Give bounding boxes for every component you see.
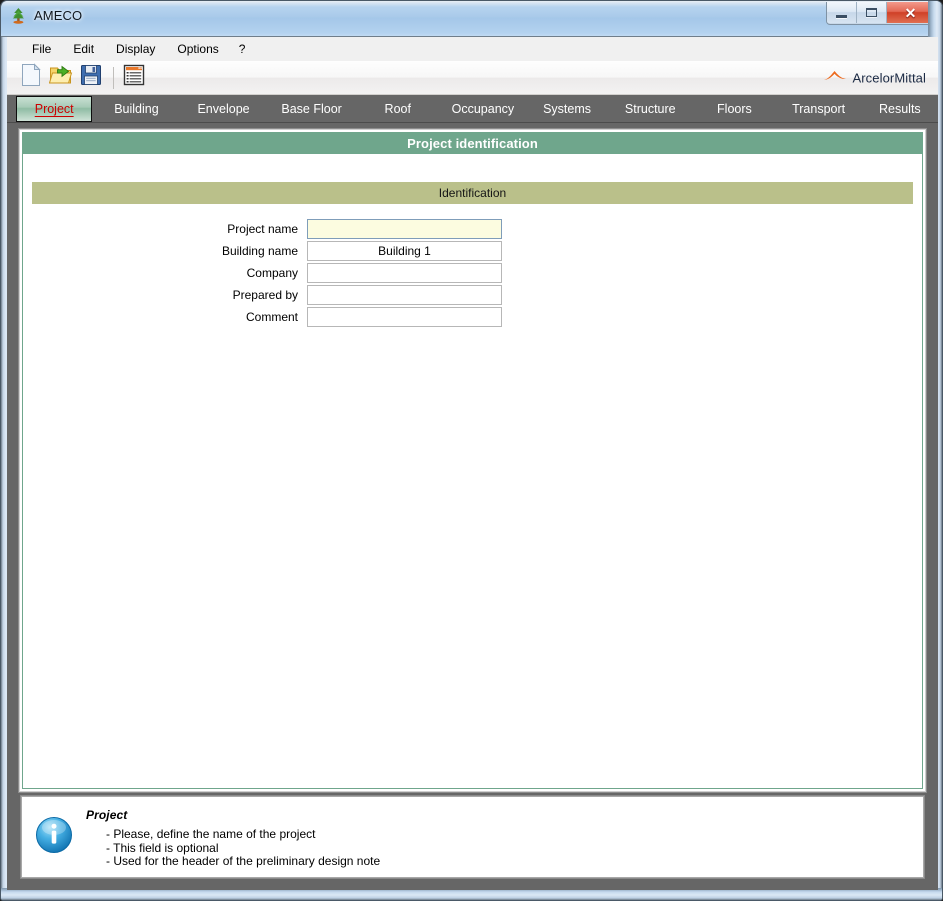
client-area: File Edit Display Options ? ArcelorMitta…: [7, 37, 938, 890]
menu-item-edit[interactable]: Edit: [62, 40, 105, 58]
label-company: Company: [246, 265, 298, 280]
tab-structure[interactable]: Structure: [607, 95, 693, 123]
title-bar: AMECO ✕: [1, 1, 942, 37]
info-panel: Project - Please, define the name of the…: [20, 795, 925, 879]
arcelormittal-logo-icon: [823, 68, 847, 87]
label-comment: Comment: [245, 309, 298, 324]
info-line-3: - Used for the header of the preliminary…: [106, 854, 381, 868]
section-header-identification: Identification: [32, 182, 913, 204]
identification-form: Project name Building name Company: [23, 218, 922, 327]
menu-bar: File Edit Display Options ?: [7, 37, 938, 61]
project-name-input[interactable]: [307, 218, 502, 239]
report-button[interactable]: [120, 64, 148, 92]
form-row-comment: Comment: [32, 306, 922, 327]
tab-results[interactable]: Results: [862, 95, 938, 123]
label-project-name: Project name: [227, 221, 298, 236]
maximize-button[interactable]: [857, 2, 887, 23]
tab-building[interactable]: Building: [92, 95, 180, 123]
open-folder-icon: [48, 64, 73, 91]
application-window: AMECO ✕ File Edit Display Options ? Arce…: [0, 0, 943, 901]
report-icon: [122, 63, 146, 92]
content-panel-inner: Project identification Identification Pr…: [22, 132, 923, 789]
menu-item-file[interactable]: File: [21, 40, 62, 58]
toolbar: ArcelorMittal: [7, 61, 938, 95]
save-floppy-icon: [80, 64, 102, 91]
maximize-icon: [866, 8, 877, 17]
tab-base-floor[interactable]: Base Floor: [267, 95, 357, 123]
window-title: AMECO: [34, 8, 83, 23]
tab-envelope[interactable]: Envelope: [180, 95, 266, 123]
close-icon: ✕: [904, 4, 917, 21]
tab-systems[interactable]: Systems: [527, 95, 607, 123]
info-title: Project: [86, 808, 128, 822]
menu-item-options[interactable]: Options: [166, 40, 229, 58]
body-area: Project identification Identification Pr…: [7, 123, 938, 890]
brand-text: ArcelorMittal: [852, 70, 926, 85]
info-text: Project - Please, define the name of the…: [86, 806, 380, 869]
form-row-company: Company: [32, 262, 922, 283]
new-document-button[interactable]: [17, 63, 45, 92]
label-building-name: Building name: [221, 243, 298, 258]
page-title: Project identification: [23, 133, 922, 154]
tab-transport[interactable]: Transport: [776, 95, 862, 123]
info-circle-icon: [35, 816, 73, 859]
info-icon-wrap: [22, 806, 86, 859]
minimize-icon: [836, 14, 847, 18]
tab-strip: Project Building Envelope Base Floor Roo…: [7, 95, 938, 123]
title-bar-left: AMECO: [10, 7, 82, 24]
menu-item-display[interactable]: Display: [105, 40, 166, 58]
close-button[interactable]: ✕: [887, 2, 934, 23]
tab-roof[interactable]: Roof: [357, 95, 439, 123]
new-document-icon: [20, 63, 42, 92]
form-row-building-name: Building name: [32, 240, 922, 261]
company-input[interactable]: [307, 262, 502, 283]
tab-project[interactable]: Project: [16, 96, 93, 122]
building-name-input[interactable]: [307, 240, 502, 261]
menu-item-help[interactable]: ?: [230, 40, 255, 58]
info-line-1: - Please, define the name of the project: [106, 827, 316, 841]
minimize-button[interactable]: [827, 2, 857, 23]
window-controls: ✕: [826, 2, 935, 25]
content-panel: Project identification Identification Pr…: [18, 128, 927, 793]
tree-icon: [10, 7, 27, 24]
tab-floors[interactable]: Floors: [693, 95, 775, 123]
brand-logo: ArcelorMittal: [823, 68, 926, 87]
open-file-button[interactable]: [47, 64, 75, 92]
tab-occupancy[interactable]: Occupancy: [439, 95, 527, 123]
comment-input[interactable]: [307, 306, 502, 327]
form-row-prepared-by: Prepared by: [32, 284, 922, 305]
prepared-by-input[interactable]: [307, 284, 502, 305]
save-button[interactable]: [77, 64, 105, 92]
toolbar-separator: [113, 66, 114, 89]
info-line-2: - This field is optional: [106, 840, 219, 855]
label-prepared-by: Prepared by: [232, 287, 298, 302]
form-row-project-name: Project name: [32, 218, 922, 239]
